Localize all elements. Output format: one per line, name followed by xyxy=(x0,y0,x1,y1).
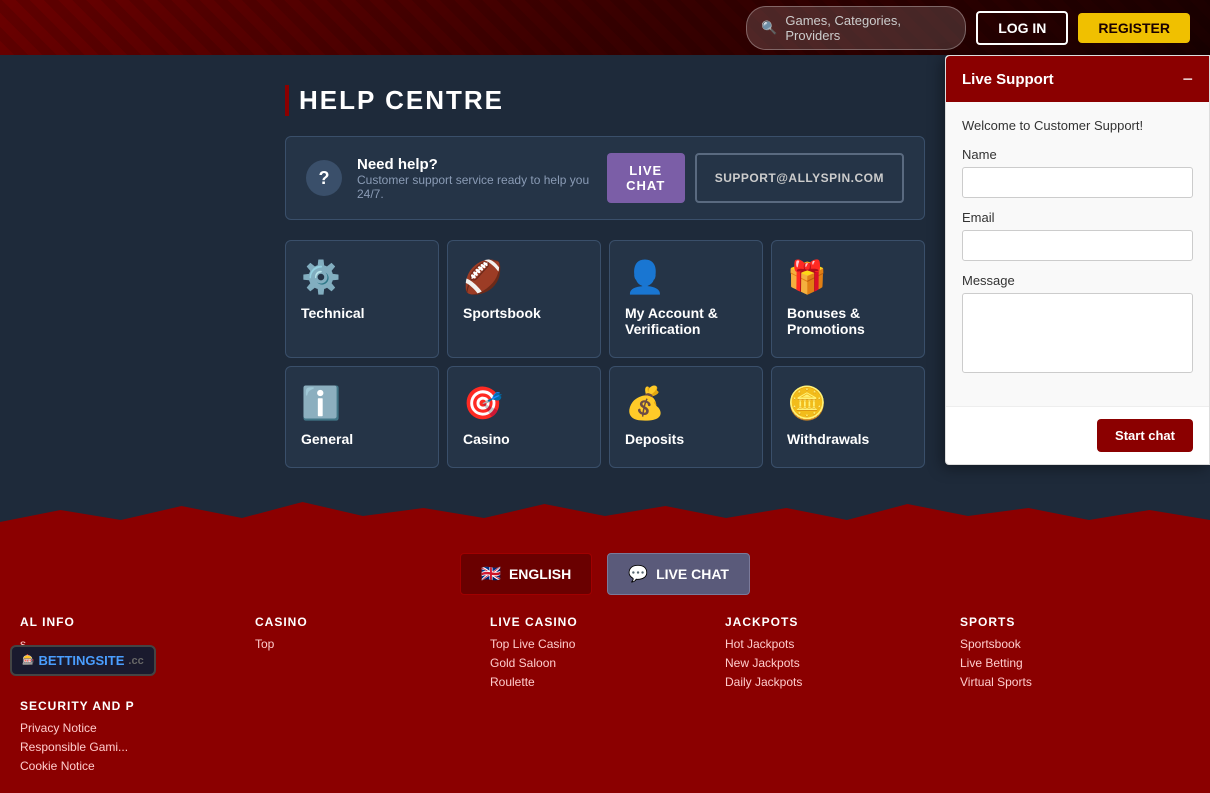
category-card[interactable]: 🏈 Sportsbook xyxy=(447,240,601,358)
footer-link[interactable]: Cookie Notice xyxy=(20,759,250,773)
category-label: My Account & Verification xyxy=(625,305,747,337)
footer-column: LIVE CASINO Top Live Casino Gold Saloon Rou… xyxy=(490,615,720,694)
category-label: Casino xyxy=(463,431,510,447)
search-placeholder: Games, Categories, Providers xyxy=(785,13,951,43)
footer-link[interactable]: New Jackpots xyxy=(725,656,955,670)
register-button[interactable]: REGISTER xyxy=(1078,13,1190,43)
footer-link[interactable]: Gold Saloon xyxy=(490,656,720,670)
message-input[interactable] xyxy=(962,293,1193,373)
message-label: Message xyxy=(962,273,1193,288)
chat-icon: 💬 xyxy=(628,564,648,584)
email-input[interactable] xyxy=(962,230,1193,261)
name-group: Name xyxy=(962,147,1193,198)
support-email-button[interactable]: SUPPORT@ALLYSPIN.COM xyxy=(695,153,904,203)
need-help-subtext: Customer support service ready to help y… xyxy=(357,173,592,201)
footer-link[interactable]: Hot Jackpots xyxy=(725,637,955,651)
lang-label: ENGLISH xyxy=(509,566,571,582)
live-support-header: Live Support − xyxy=(946,56,1209,102)
footer-col-heading: LIVE CASINO xyxy=(490,615,720,629)
footer-col-heading: SECURITY AND P xyxy=(20,699,250,713)
category-label: Bonuses & Promotions xyxy=(787,305,909,337)
category-icon: 🎁 xyxy=(787,261,827,293)
footer-lang-row: 🇬🇧 ENGLISH 💬 LIVE CHAT xyxy=(20,553,1190,595)
question-icon: ? xyxy=(306,160,342,196)
category-label: Sportsbook xyxy=(463,305,541,321)
minimize-button[interactable]: − xyxy=(1182,70,1193,88)
email-label: Email xyxy=(962,210,1193,225)
footer-links: AL INFOsCASINOTopLIVE CASINOTop Live Cas… xyxy=(20,615,1190,778)
footer-livechat-label: LIVE CHAT xyxy=(656,566,729,582)
footer-link[interactable]: Privacy Notice xyxy=(20,721,250,735)
footer-link[interactable]: Daily Jackpots xyxy=(725,675,955,689)
footer-link[interactable]: Live Betting xyxy=(960,656,1190,670)
need-help-heading: Need help? xyxy=(357,156,592,173)
footer-livechat-button[interactable]: 💬 LIVE CHAT xyxy=(607,553,750,595)
category-icon: 🪙 xyxy=(787,387,827,419)
category-icon: 🎯 xyxy=(463,387,503,419)
search-icon: 🔍 xyxy=(761,20,777,36)
category-card[interactable]: 🎁 Bonuses & Promotions xyxy=(771,240,925,358)
name-input[interactable] xyxy=(962,167,1193,198)
email-group: Email xyxy=(962,210,1193,261)
help-centre-container: HELP CENTRE ? Need help? Customer suppor… xyxy=(265,85,945,468)
footer-link[interactable]: Virtual Sports xyxy=(960,675,1190,689)
welcome-text: Welcome to Customer Support! xyxy=(962,118,1193,133)
logo-cc: .cc xyxy=(128,655,143,667)
footer-area: 🇬🇧 ENGLISH 💬 LIVE CHAT AL INFOsCASINOTop… xyxy=(0,538,1210,793)
footer-column: SECURITY AND P Privacy Notice Responsible … xyxy=(20,699,250,778)
name-label: Name xyxy=(962,147,1193,162)
start-chat-button[interactable]: Start chat xyxy=(1097,419,1193,452)
category-label: General xyxy=(301,431,353,447)
footer-link[interactable]: Top Live Casino xyxy=(490,637,720,651)
footer-col-heading: SPORTS xyxy=(960,615,1190,629)
header: 🔍 Games, Categories, Providers LOG IN RE… xyxy=(0,0,1210,55)
logo-text: BETTINGSITE xyxy=(38,653,124,668)
category-icon: ⚙️ xyxy=(301,261,341,293)
category-card[interactable]: 👤 My Account & Verification xyxy=(609,240,763,358)
category-label: Technical xyxy=(301,305,365,321)
category-label: Withdrawals xyxy=(787,431,869,447)
logo: 🎰 BETTINGSITE .cc xyxy=(10,645,156,676)
footer-link[interactable]: Sportsbook xyxy=(960,637,1190,651)
page-title: HELP CENTRE xyxy=(285,85,925,116)
live-support-footer: Start chat xyxy=(946,406,1209,464)
category-icon: 🏈 xyxy=(463,261,503,293)
need-help-box: ? Need help? Customer support service re… xyxy=(285,136,925,220)
footer-col-heading: AL INFO xyxy=(20,615,250,629)
live-support-panel: Live Support − Welcome to Customer Suppo… xyxy=(945,55,1210,465)
live-chat-button[interactable]: LIVE CHAT xyxy=(607,153,685,203)
category-card[interactable]: 💰 Deposits xyxy=(609,366,763,468)
category-card[interactable]: 🎯 Casino xyxy=(447,366,601,468)
footer-column: SPORTS Sportsbook Live Betting Virtual Spor… xyxy=(960,615,1190,694)
language-button[interactable]: 🇬🇧 ENGLISH xyxy=(460,553,592,595)
category-card[interactable]: 🪙 Withdrawals xyxy=(771,366,925,468)
message-group: Message xyxy=(962,273,1193,378)
footer-link[interactable]: Roulette xyxy=(490,675,720,689)
category-icon: 💰 xyxy=(625,387,665,419)
footer-column: CASINO Top xyxy=(255,615,485,694)
footer-column: JACKPOTS Hot Jackpots New Jackpots Daily Ja… xyxy=(725,615,955,694)
live-support-body: Welcome to Customer Support! Name Email … xyxy=(946,102,1209,406)
footer-col-heading: JACKPOTS xyxy=(725,615,955,629)
category-grid: ⚙️ Technical 🏈 Sportsbook 👤 My Account &… xyxy=(285,240,925,468)
category-icon: 👤 xyxy=(625,261,665,293)
footer-col-heading: CASINO xyxy=(255,615,485,629)
footer-link[interactable]: Top xyxy=(255,637,485,651)
category-icon: ℹ️ xyxy=(301,387,341,419)
flag-icon: 🇬🇧 xyxy=(481,564,501,584)
login-button[interactable]: LOG IN xyxy=(976,11,1068,45)
category-card[interactable]: ⚙️ Technical xyxy=(285,240,439,358)
live-support-title: Live Support xyxy=(962,71,1054,88)
category-label: Deposits xyxy=(625,431,684,447)
category-card[interactable]: ℹ️ General xyxy=(285,366,439,468)
need-help-text: Need help? Customer support service read… xyxy=(357,156,592,201)
search-bar[interactable]: 🔍 Games, Categories, Providers xyxy=(746,6,966,50)
need-help-actions: LIVE CHAT SUPPORT@ALLYSPIN.COM xyxy=(607,153,904,203)
footer-link[interactable]: Responsible Gami... xyxy=(20,740,250,754)
